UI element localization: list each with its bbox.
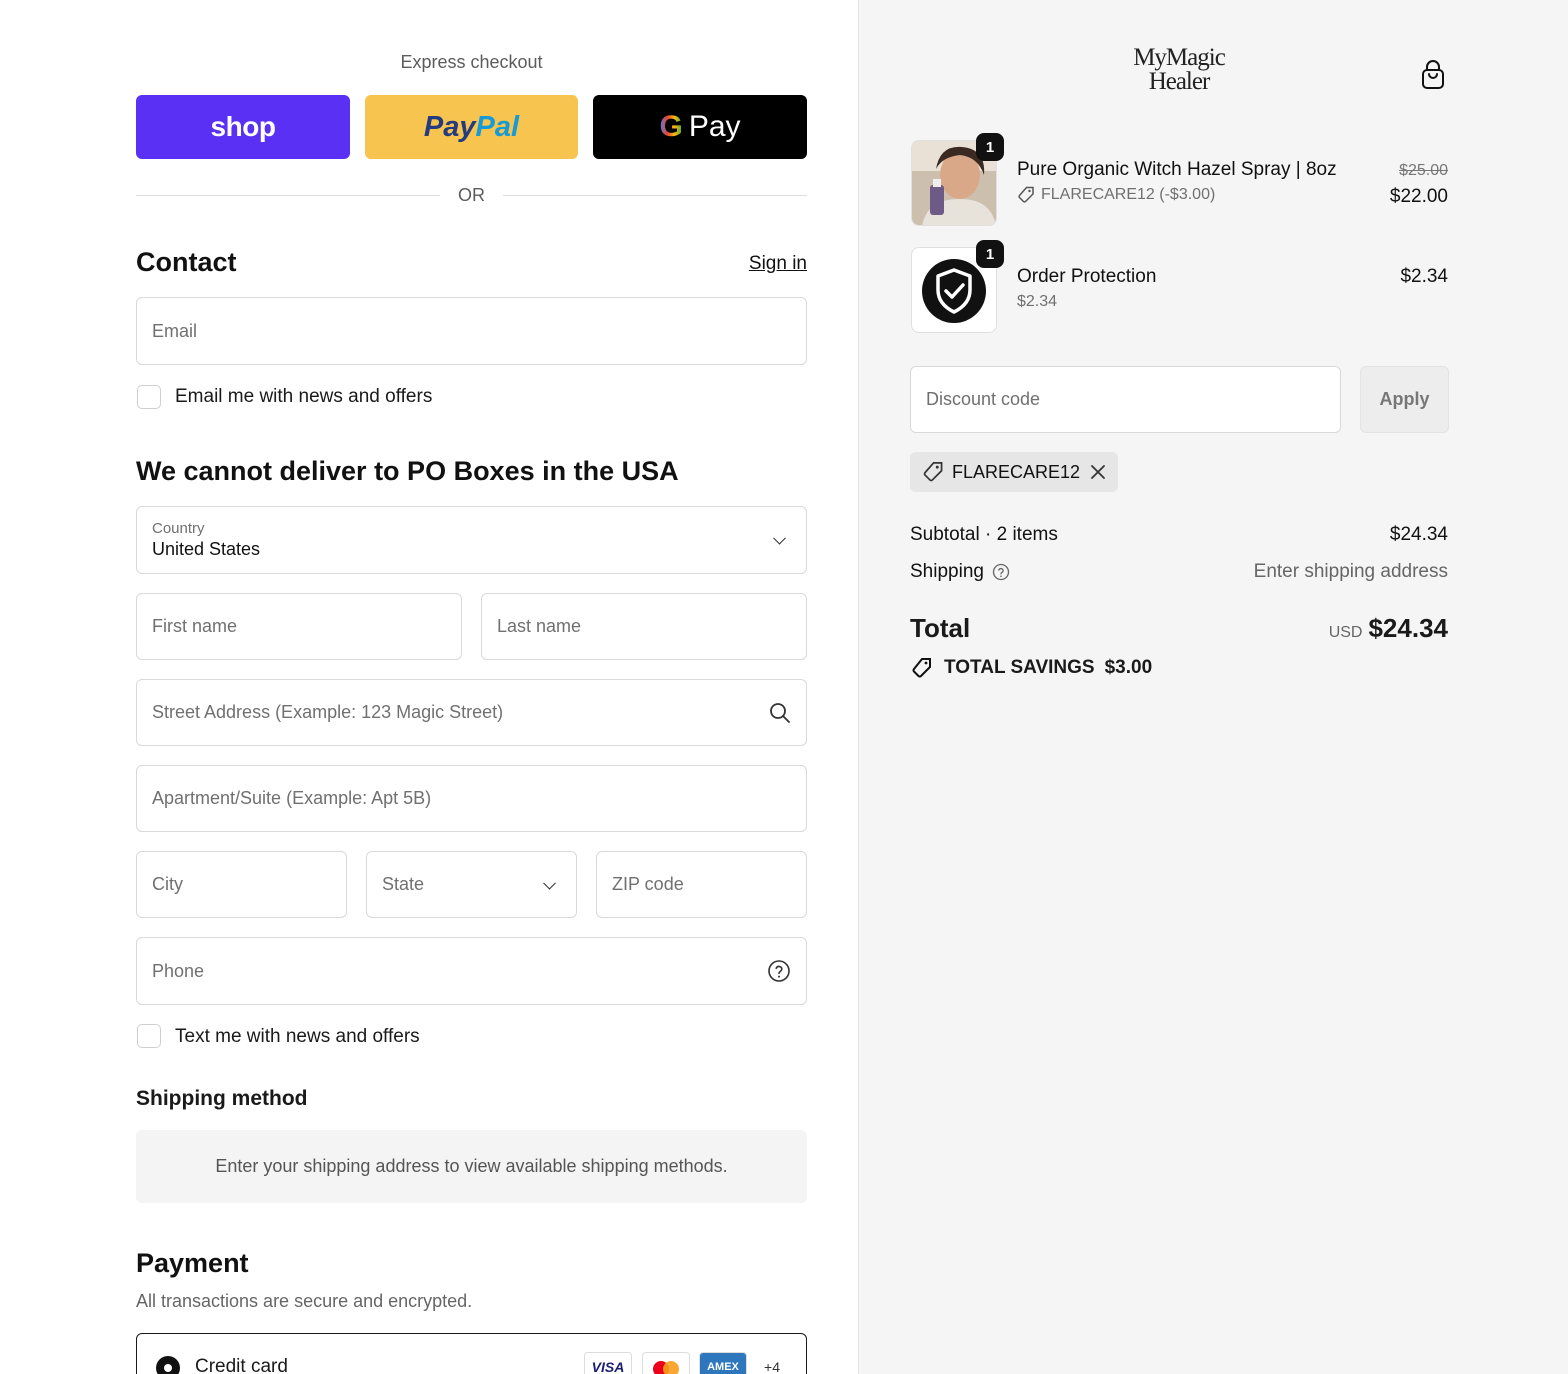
product-name: Order Protection (1017, 266, 1157, 287)
help-icon[interactable] (767, 959, 791, 983)
shipping-method-heading: Shipping method (136, 1087, 308, 1110)
google-g-icon: G (659, 110, 683, 143)
text-opt-in-checkbox[interactable] (137, 1024, 161, 1048)
product-discount: FLARECARE12 (-$3.00) (1017, 186, 1215, 204)
credit-card-option[interactable]: Credit card VISA AMEX +4 (136, 1333, 807, 1374)
brand-logo-line1: MyMagic (1133, 44, 1226, 71)
product-price: $22.00 (1389, 186, 1448, 207)
shipping-method-info-text: Enter your shipping address to view avai… (215, 1156, 728, 1176)
apply-discount-button[interactable]: Apply (1360, 366, 1449, 433)
zip-placeholder: ZIP code (612, 874, 684, 894)
email-field[interactable]: Email (136, 297, 807, 365)
order-summary-panel: MyMagic Healer 1 Pure Organic Witch Haze… (858, 0, 1568, 1374)
checkout-form-panel: Express checkout shop Pay Pal G Pay OR Con… (0, 0, 858, 1374)
product-name: Pure Organic Witch Hazel Spray | 8oz (1017, 159, 1337, 180)
payment-subtitle: All transactions are secure and encrypte… (136, 1291, 473, 1311)
divider-right (503, 195, 807, 196)
state-placeholder: State (382, 874, 425, 894)
street-address-field[interactable]: Street Address (Example: 123 Magic Stree… (136, 679, 807, 746)
payment-heading: Payment (136, 1248, 249, 1278)
email-opt-in-checkbox[interactable] (137, 385, 161, 409)
chevron-down-icon (773, 531, 786, 545)
applied-discount-chip: FLARECARE12 (910, 452, 1118, 492)
first-name-placeholder: First name (152, 616, 238, 636)
shipping-method-info: Enter your shipping address to view avai… (136, 1130, 807, 1203)
google-pay-button[interactable]: G Pay (593, 95, 807, 159)
remove-discount-icon[interactable] (1090, 464, 1106, 480)
last-name-field[interactable]: Last name (481, 593, 807, 660)
or-divider-label: OR (458, 185, 485, 205)
quantity-badge: 1 (976, 133, 1004, 161)
visa-icon: VISA (584, 1352, 632, 1374)
last-name-placeholder: Last name (497, 616, 582, 636)
country-value: United States (152, 539, 261, 559)
more-cards-count: +4 (757, 1352, 787, 1374)
savings-tag-icon (912, 658, 931, 678)
state-select[interactable]: State (366, 851, 577, 918)
delivery-heading: We cannot deliver to PO Boxes in the USA (136, 456, 679, 486)
shipping-label: Shipping (910, 561, 984, 582)
first-name-field[interactable]: First name (136, 593, 462, 660)
phone-placeholder: Phone (152, 960, 205, 981)
zip-field[interactable]: ZIP code (596, 851, 807, 918)
total-savings: TOTAL SAVINGS $3.00 (910, 656, 1152, 680)
discount-code-field[interactable]: Discount code (910, 366, 1341, 433)
email-placeholder: Email (152, 320, 198, 341)
currency-code: USD (1328, 624, 1363, 641)
text-opt-in-label: Text me with news and offers (175, 1026, 420, 1047)
subtotal-value: $24.34 (1389, 524, 1448, 545)
quantity-badge: 1 (976, 240, 1004, 268)
product-subtext: $2.34 (1017, 293, 1058, 310)
city-placeholder: City (152, 874, 183, 894)
savings-value: $3.00 (1104, 657, 1153, 678)
mastercard-icon (642, 1352, 690, 1374)
divider-left (136, 195, 440, 196)
amex-icon: AMEX (699, 1352, 747, 1374)
sign-in-link[interactable]: Sign in (700, 253, 807, 275)
product-discount-text: FLARECARE12 (-$3.00) (1041, 186, 1216, 203)
contact-heading: Contact (136, 247, 237, 277)
express-checkout-title: Express checkout (400, 52, 543, 72)
credit-card-label: Credit card (195, 1356, 288, 1374)
tag-icon (923, 461, 943, 482)
shopping-bag-icon[interactable] (1421, 60, 1445, 90)
shop-pay-label: shop (210, 111, 276, 142)
paypal-label-part1: Pay (423, 110, 476, 143)
total-value: $24.34 (1368, 613, 1448, 643)
street-address-placeholder: Street Address (Example: 123 Magic Stree… (152, 702, 504, 722)
phone-field[interactable]: Phone (136, 937, 807, 1005)
shipping-value: Enter shipping address (1253, 561, 1448, 582)
shipping-row-label: Shipping (910, 561, 1010, 583)
brand-logo[interactable]: MyMagic Healer (1129, 44, 1229, 95)
paypal-button[interactable]: Pay Pal (365, 95, 578, 159)
credit-card-radio[interactable] (156, 1356, 180, 1374)
savings-label: TOTAL SAVINGS (944, 657, 1095, 678)
total-label: Total (910, 613, 971, 643)
applied-discount-code: FLARECARE12 (952, 461, 1081, 482)
product-price: $2.34 (1400, 266, 1448, 287)
apartment-placeholder: Apartment/Suite (Example: Apt 5B) (152, 788, 432, 808)
country-select[interactable]: Country United States (136, 506, 807, 574)
google-pay-label: Pay (688, 110, 741, 143)
subtotal-label: Subtotal · 2 items (910, 524, 1058, 545)
apartment-field[interactable]: Apartment/Suite (Example: Apt 5B) (136, 765, 807, 832)
tag-icon (1018, 186, 1034, 203)
help-icon[interactable] (992, 563, 1010, 581)
brand-logo-line2: Healer (1148, 68, 1211, 95)
country-label: Country (152, 520, 205, 537)
search-icon (770, 702, 790, 723)
paypal-label-part2: Pal (475, 110, 520, 143)
shop-pay-button[interactable]: shop (136, 95, 350, 159)
discount-code-placeholder: Discount code (926, 389, 1041, 409)
city-field[interactable]: City (136, 851, 347, 918)
original-price: $25.00 (1399, 162, 1448, 179)
total-amount: USD $24.34 (1329, 613, 1448, 644)
email-opt-in-label: Email me with news and offers (175, 386, 433, 407)
